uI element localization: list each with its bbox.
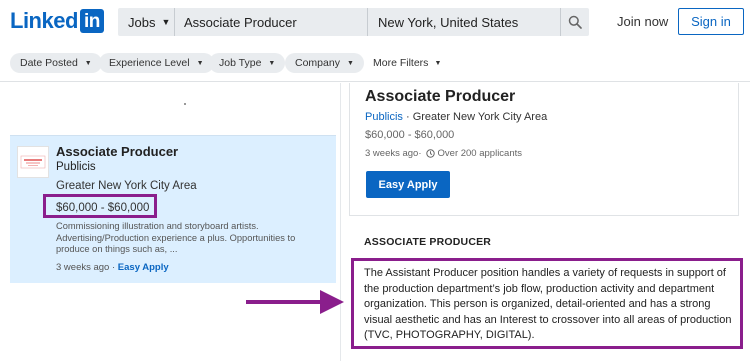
- annotation-arrow-icon: [246, 290, 344, 314]
- filter-experience-level[interactable]: Experience Level ▼: [99, 53, 214, 73]
- caret-down-icon: ▼: [346, 59, 354, 67]
- job-detail-posted: 3 weeks ago: [365, 148, 419, 159]
- filter-date-posted[interactable]: Date Posted ▼: [10, 53, 102, 73]
- job-card-meta: 3 weeks ago · Easy Apply: [56, 262, 169, 273]
- caret-down-icon: ▼: [161, 17, 171, 27]
- logo-in-badge: in: [79, 9, 104, 33]
- linkedin-logo[interactable]: Linked in: [10, 8, 104, 34]
- subtitle-separator: ·: [402, 111, 413, 123]
- job-card-title[interactable]: Associate Producer: [56, 144, 178, 159]
- list-separator-dot: [184, 103, 186, 105]
- filter-job-type[interactable]: Job Type ▼: [209, 53, 286, 73]
- caret-down-icon: ▼: [196, 59, 204, 67]
- meta-separator: ·: [109, 262, 118, 273]
- job-card-snippet: Commissioning illustration and storyboar…: [56, 221, 296, 254]
- job-detail-subtitle: Publicis · Greater New York City Area: [365, 111, 547, 123]
- clock-icon: [425, 149, 435, 158]
- caret-down-icon: ▼: [434, 59, 442, 67]
- job-detail-title: Associate Producer: [365, 88, 516, 105]
- more-filters-label: More Filters: [373, 57, 429, 69]
- search-category-label: Jobs: [128, 14, 156, 30]
- easy-apply-button[interactable]: Easy Apply: [366, 171, 450, 198]
- filter-bar: Date Posted ▼ Experience Level ▼ Job Typ…: [0, 50, 750, 82]
- sign-in-button[interactable]: Sign in: [678, 8, 744, 35]
- filter-label: Job Type: [219, 57, 262, 69]
- job-detail-meta: 3 weeks ago · Over 200 applicants: [365, 148, 522, 159]
- search-category-dropdown[interactable]: Jobs ▼: [118, 8, 175, 36]
- filter-label: Company: [295, 57, 340, 69]
- keywords-input[interactable]: [175, 8, 368, 36]
- easy-apply-tag: Easy Apply: [117, 262, 169, 273]
- more-filters-button[interactable]: More Filters ▼: [373, 53, 441, 73]
- filter-label: Experience Level: [109, 57, 190, 69]
- column-divider: [340, 83, 341, 361]
- location-input[interactable]: [368, 8, 561, 36]
- caret-down-icon: ▼: [84, 59, 92, 67]
- join-now-link[interactable]: Join now: [617, 14, 668, 29]
- filter-label: Date Posted: [20, 57, 78, 69]
- search-icon: [568, 15, 582, 29]
- job-card-location: Greater New York City Area: [56, 180, 197, 192]
- company-link[interactable]: Publicis: [365, 111, 403, 123]
- top-navigation: Linked in Jobs ▼ Join now Sign in: [0, 0, 750, 45]
- job-detail-salary: $60,000 - $60,000: [365, 129, 455, 141]
- caret-down-icon: ▼: [268, 59, 276, 67]
- applicant-count: Over 200 applicants: [437, 148, 523, 159]
- search-button[interactable]: [561, 8, 589, 36]
- description-highlight-box: [351, 258, 743, 349]
- meta-separator: ·: [418, 148, 422, 159]
- job-description-heading: ASSOCIATE PRODUCER: [364, 236, 492, 248]
- job-card-company: Publicis: [56, 161, 96, 173]
- job-card-posted: 3 weeks ago: [56, 262, 110, 273]
- job-search-bar: Jobs ▼: [118, 8, 589, 36]
- salary-highlight-box: [43, 194, 157, 218]
- job-detail-header: Associate Producer Publicis · Greater Ne…: [349, 83, 739, 216]
- company-logo: [17, 146, 49, 178]
- logo-wordmark: Linked: [10, 8, 78, 33]
- job-detail-location: Greater New York City Area: [412, 111, 548, 123]
- company-logo-icon: [20, 155, 46, 169]
- filter-company[interactable]: Company ▼: [285, 53, 364, 73]
